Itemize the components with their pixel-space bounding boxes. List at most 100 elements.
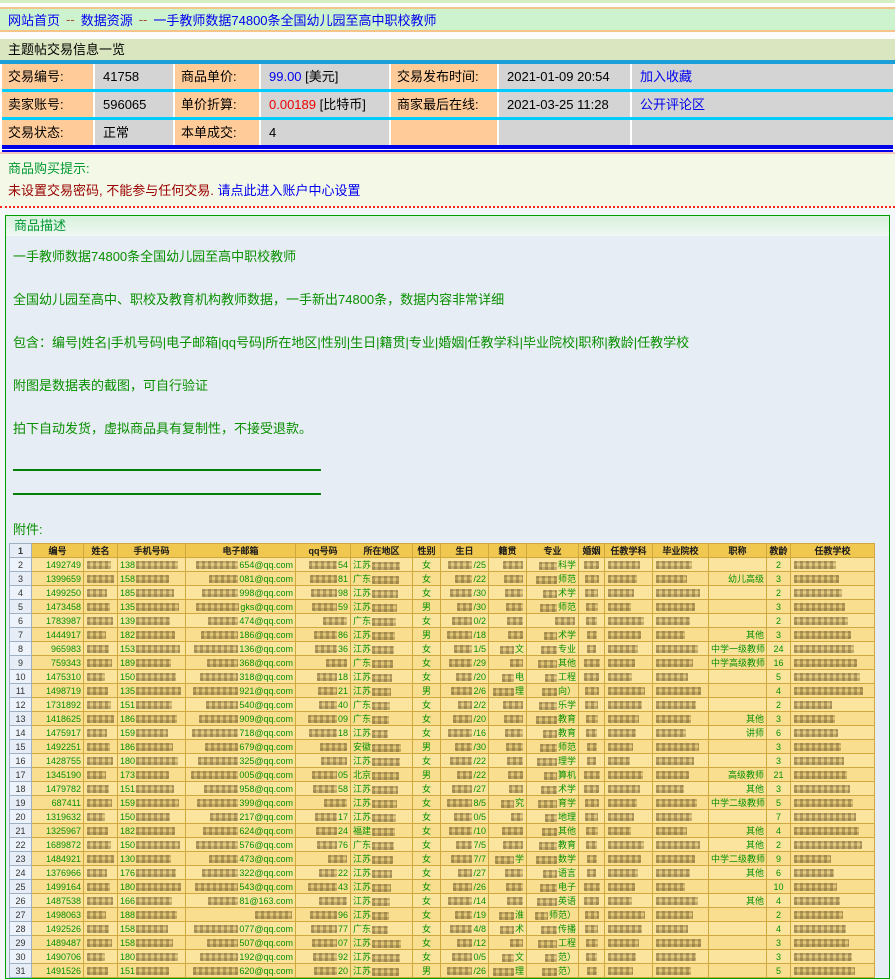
sheet-cell: 1492749 (32, 558, 84, 572)
sheet-cell: 11 (10, 684, 32, 698)
sheet-row: 101475310150318@qq.com18江苏女/20电工程5 (10, 670, 875, 684)
sheet-cell (791, 698, 875, 712)
sheet-cell (489, 656, 527, 670)
sheet-cell: 54 (296, 558, 351, 572)
sheet-cell (605, 642, 653, 656)
sheet-cell (709, 908, 767, 922)
sheet-cell (579, 656, 605, 670)
sheet-cell (791, 852, 875, 866)
spacer (0, 32, 895, 39)
sheet-cell (579, 572, 605, 586)
breadcrumb-home-link[interactable]: 网站首页 (8, 10, 60, 29)
sheet-cell (605, 824, 653, 838)
sheet-row: 301490706180192@qq.com92江苏女0/5文范）3 (10, 950, 875, 964)
sheet-cell: 998@qq.com (186, 586, 296, 600)
sheet-cell: 女 (413, 922, 441, 936)
sheet-cell: 文 (489, 642, 527, 656)
sheet-cell: /18 (441, 628, 489, 642)
sheet-cell: 理学 (527, 754, 579, 768)
sheet-cell (489, 754, 527, 768)
sheet-cell: 59 (296, 600, 351, 614)
sheet-cell: 广东 (351, 712, 413, 726)
public-comments-link[interactable]: 公开评论区 (640, 97, 705, 112)
sheet-cell: 05 (296, 768, 351, 782)
sheet-cell (791, 838, 875, 852)
sheet-cell: /26 (441, 964, 489, 978)
sheet-cell: 8/5 (441, 796, 489, 810)
sheet-cell: 中学二级教师 (709, 852, 767, 866)
sheet-cell: 其他 (709, 838, 767, 852)
sheet-cell: 654@qq.com (186, 558, 296, 572)
sheet-cell (84, 600, 118, 614)
btc-number: 0.00189 (269, 97, 316, 112)
sheet-cell: 其他 (709, 894, 767, 908)
sheet-cell (605, 670, 653, 684)
sheet-cell: 传播 (527, 922, 579, 936)
sheet-cell: 7/5 (441, 838, 489, 852)
sheet-cell: 江苏 (351, 586, 413, 600)
sheet-cell (791, 572, 875, 586)
sheet-cell: /19 (441, 908, 489, 922)
sheet-cell: 159 (118, 726, 186, 740)
sheet-cell: 9 (767, 852, 791, 866)
description-line: 包含：编号|姓名|手机号码|电子邮箱|qq号码|所在地区|性别|生日|籍贯|专业… (13, 332, 883, 351)
sheet-cell (296, 656, 351, 670)
sheet-cell: 女 (413, 796, 441, 810)
sheet-cell: 电 (489, 670, 527, 684)
sheet-cell (791, 656, 875, 670)
sheet-cell: 958@qq.com (186, 782, 296, 796)
sheet-header-hometown: 籍贯 (489, 544, 527, 558)
sheet-cell (653, 740, 709, 754)
sheet-cell (653, 670, 709, 684)
sheet-cell (605, 964, 653, 978)
sheet-cell: 1475917 (32, 726, 84, 740)
sheet-cell (489, 628, 527, 642)
sheet-cell (84, 558, 118, 572)
breadcrumb-category-link[interactable]: 数据资源 (81, 10, 133, 29)
sheet-cell: 江苏 (351, 642, 413, 656)
password-warning-text: 未设置交易密码, 不能参与任何交易. (8, 183, 214, 198)
sheet-cell: 广东 (351, 838, 413, 852)
sheet-cell (605, 572, 653, 586)
sheet-cell: 1487538 (32, 894, 84, 908)
add-favorite-link[interactable]: 加入收藏 (640, 69, 692, 84)
sheet-cell (489, 558, 527, 572)
sheet-cell: 25 (10, 880, 32, 894)
sheet-cell (605, 796, 653, 810)
sheet-cell (84, 866, 118, 880)
sheet-header-school: 毕业院校 (653, 544, 709, 558)
last-online-value: 2021-03-25 11:28 (499, 92, 630, 117)
sheet-header-email: 电子邮箱 (186, 544, 296, 558)
sheet-cell (791, 600, 875, 614)
sheet-cell (605, 782, 653, 796)
sheet-cell (605, 922, 653, 936)
sheet-cell (296, 894, 351, 908)
sheet-cell: 男 (413, 628, 441, 642)
sheet-cell: 1498063 (32, 908, 84, 922)
sheet-cell: 高级教师 (709, 768, 767, 782)
sheet-cell: 其他 (709, 866, 767, 880)
sheet-cell (791, 936, 875, 950)
sheet-cell: 16 (767, 656, 791, 670)
sheet-cell (791, 628, 875, 642)
sheet-cell: 543@qq.com (186, 880, 296, 894)
sheet-cell: 77 (296, 922, 351, 936)
sheet-cell: /20 (441, 712, 489, 726)
sheet-cell: /20 (441, 670, 489, 684)
sheet-cell: 0/5 (441, 810, 489, 824)
sheet-cell: 术学 (527, 782, 579, 796)
account-center-link[interactable]: 请点此进入账户中心设置 (217, 183, 360, 198)
sheet-cell (653, 922, 709, 936)
sheet-cell (605, 698, 653, 712)
sheet-header-workplace: 任教学校 (791, 544, 875, 558)
sheet-cell: 2 (767, 558, 791, 572)
sheet-cell: 女 (413, 936, 441, 950)
sheet-cell: 624@qq.com (186, 824, 296, 838)
sheet-cell (579, 586, 605, 600)
sheet-cell: 工程 (527, 936, 579, 950)
sheet-row: 291489487158507@qq.com07江苏女/12工程3 (10, 936, 875, 950)
sheet-cell: 7 (767, 810, 791, 824)
sheet-row: 141475917159718@qq.com18江苏女/16教育讲师6 (10, 726, 875, 740)
sheet-cell: 电子 (527, 880, 579, 894)
sheet-cell: 138 (118, 558, 186, 572)
